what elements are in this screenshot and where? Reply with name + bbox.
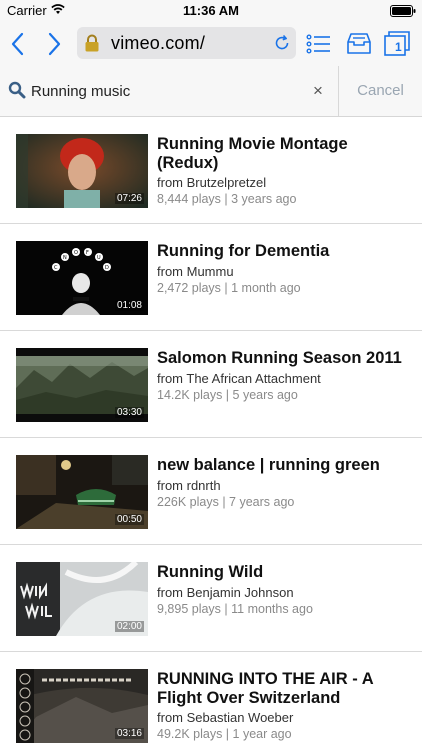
search-input[interactable]	[31, 77, 301, 105]
reading-list-button[interactable]	[305, 30, 333, 58]
battery-icon	[390, 5, 416, 17]
reload-icon[interactable]	[273, 34, 291, 52]
video-duration: 07:26	[114, 193, 144, 204]
video-author: from The African Attachment	[157, 371, 321, 386]
svg-text:C: C	[54, 265, 58, 271]
cancel-button[interactable]: Cancel	[339, 66, 422, 116]
video-author: from Brutzelpretzel	[157, 175, 267, 190]
video-thumbnail[interactable]: 07:26	[16, 134, 148, 208]
video-thumbnail[interactable]: 00:50	[16, 455, 148, 529]
video-duration: 03:16	[114, 728, 144, 739]
svg-text:U: U	[97, 255, 101, 261]
result-item[interactable]: 07:26 Running Movie Montage (Redux) from…	[0, 117, 422, 224]
video-author: from Benjamin Johnson	[157, 585, 294, 600]
video-title[interactable]: Running Wild	[157, 563, 412, 582]
video-meta: 14.2K plays | 5 years ago	[157, 388, 298, 402]
video-meta: 49.2K plays | 1 year ago	[157, 727, 292, 741]
video-duration: 00:50	[114, 514, 144, 525]
video-thumbnail[interactable]: 02:00	[16, 562, 148, 636]
status-bar: Carrier 11:36 AM	[0, 0, 422, 22]
svg-text:D: D	[105, 265, 109, 271]
clear-search-button[interactable]: ×	[305, 78, 331, 104]
video-duration: 02:00	[114, 621, 144, 632]
video-title[interactable]: Running Movie Montage (Redux)	[157, 135, 412, 173]
video-title[interactable]: Salomon Running Season 2011	[157, 349, 412, 368]
video-thumbnail[interactable]: C N O F U D 01:08	[16, 241, 148, 315]
search-bar: × Cancel	[0, 66, 422, 117]
video-meta: 226K plays | 7 years ago	[157, 495, 295, 509]
video-thumbnail[interactable]: 03:16	[16, 669, 148, 743]
tab-count: 1	[395, 40, 402, 54]
browser-toolbar: vimeo.com/ 1	[0, 22, 422, 66]
video-title[interactable]: RUNNING INTO THE AIR - A Flight Over Swi…	[157, 670, 412, 708]
result-item[interactable]: C N O F U D 01:08 Running for Dementia f…	[0, 224, 422, 331]
video-title[interactable]: new balance | running green	[157, 456, 412, 475]
url-text: vimeo.com/	[111, 33, 206, 53]
inbox-icon[interactable]	[345, 30, 373, 58]
svg-text:O: O	[74, 250, 78, 256]
forward-button[interactable]	[42, 30, 66, 58]
video-duration: 01:08	[114, 300, 144, 311]
result-item[interactable]: 02:00 Running Wild from Benjamin Johnson…	[0, 545, 422, 652]
video-author: from Mummu	[157, 264, 234, 279]
video-title[interactable]: Running for Dementia	[157, 242, 412, 261]
video-meta: 8,444 plays | 3 years ago	[157, 192, 297, 206]
svg-text:F: F	[86, 250, 89, 256]
result-item[interactable]: 03:30 Salomon Running Season 2011 from T…	[0, 331, 422, 438]
search-icon	[8, 81, 26, 99]
video-author: from rdnrth	[157, 478, 221, 493]
video-meta: 9,895 plays | 11 months ago	[157, 602, 313, 616]
lock-icon	[85, 34, 99, 52]
result-item[interactable]: 00:50 new balance | running green from r…	[0, 438, 422, 545]
video-author: from Sebastian Woeber	[157, 710, 294, 725]
tabs-button[interactable]: 1	[383, 30, 411, 58]
svg-text:N: N	[63, 255, 67, 261]
back-button[interactable]	[6, 30, 30, 58]
video-meta: 2,472 plays | 1 month ago	[157, 281, 301, 295]
clock-time: 11:36 AM	[183, 3, 239, 18]
result-item[interactable]: 03:16 RUNNING INTO THE AIR - A Flight Ov…	[0, 652, 422, 750]
address-bar[interactable]: vimeo.com/	[77, 27, 296, 59]
video-thumbnail[interactable]: 03:30	[16, 348, 148, 422]
results-list: 07:26 Running Movie Montage (Redux) from…	[0, 117, 422, 750]
video-duration: 03:30	[114, 407, 144, 418]
